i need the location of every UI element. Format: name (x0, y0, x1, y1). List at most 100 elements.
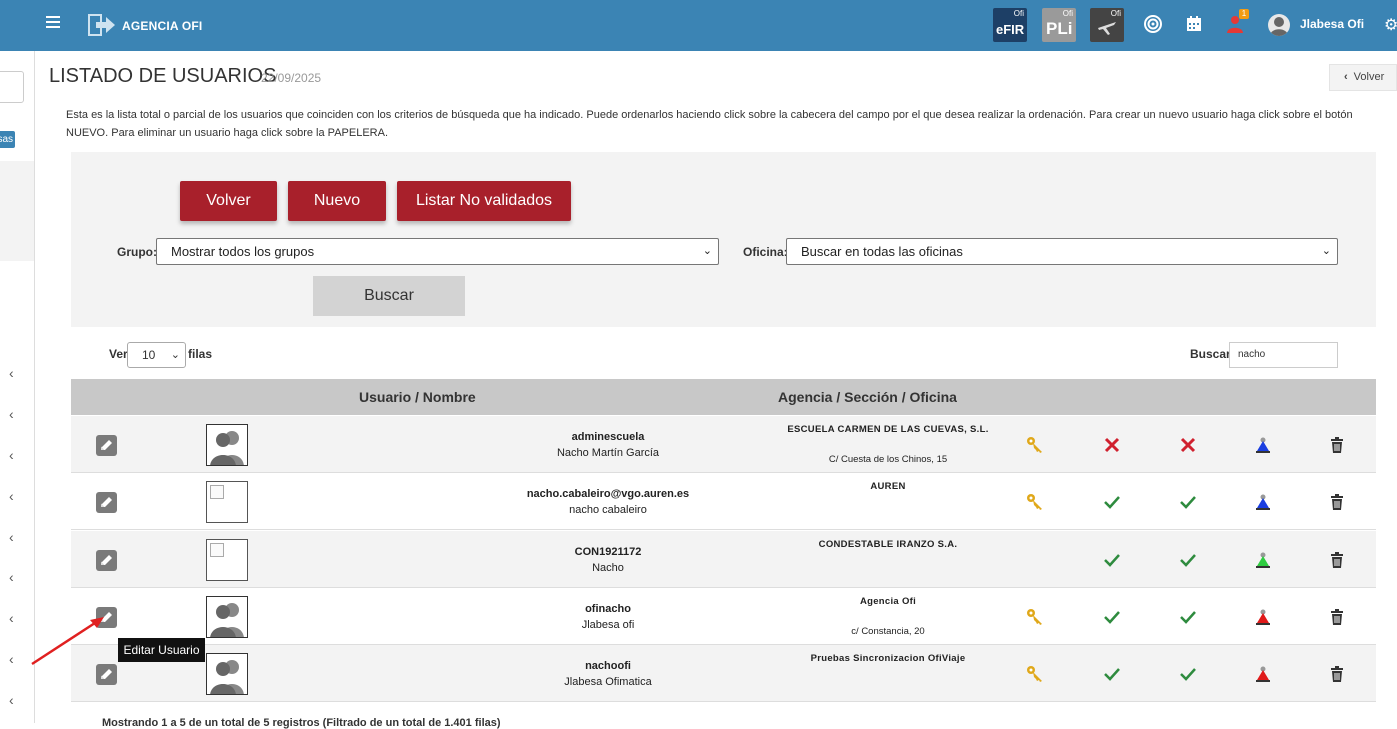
grupo-label: Grupo: (117, 245, 157, 259)
page-date: 22/09/2025 (261, 71, 322, 85)
back-button-label: Volver (1353, 71, 1385, 83)
check-icon[interactable] (1103, 665, 1121, 683)
red-arrow-annotation (31, 617, 104, 666)
nuevo-button[interactable]: Nuevo (288, 181, 386, 221)
user-role-icon[interactable] (1254, 551, 1272, 569)
table-row: nachoofi Jlabesa Ofimatica Pruebas Sincron… (71, 645, 1376, 703)
check-icon[interactable] (1179, 665, 1197, 683)
oficina-select-value: Buscar en todas las oficinas (801, 244, 963, 259)
oficina-select[interactable]: Buscar en todas las oficinas ⌄ (786, 238, 1338, 265)
volver-button[interactable]: Volver (180, 181, 277, 221)
user-photo (206, 538, 248, 581)
table-row: adminescuela Nacho Martín García ESCUELA C… (71, 416, 1376, 473)
notification-badge: 1 (1239, 9, 1249, 19)
tile-label: PLi (1046, 19, 1073, 38)
chevron-left-icon[interactable]: ‹ (9, 610, 14, 626)
brand-name[interactable]: AGENCIA OFI (122, 19, 202, 33)
table-row: nacho.cabaleiro@vgo.auren.es nacho cabale… (71, 473, 1376, 531)
intro-text: Esta es la lista total o parcial de los … (66, 109, 1353, 139)
edit-user-tooltip: Editar Usuario (118, 638, 205, 662)
trash-icon[interactable] (1328, 608, 1346, 626)
chevron-left-icon[interactable]: ‹ (9, 569, 14, 585)
exit-icon[interactable] (88, 13, 116, 37)
user-photo (206, 653, 248, 696)
listar-no-validados-button[interactable]: Listar No validados (397, 181, 571, 221)
user-address: c/ Constancia, 20 (851, 625, 925, 637)
check-icon[interactable] (1179, 493, 1197, 511)
page-size-value: 10 (142, 348, 156, 362)
table-row: ofinacho Jlabesa ofi Agencia Ofi c/ Constan… (71, 587, 1376, 645)
user-fullname: nacho cabaleiro (569, 504, 647, 517)
chevron-down-icon: ⌄ (170, 349, 180, 361)
check-icon[interactable] (1103, 551, 1121, 569)
chevron-left-icon[interactable]: ‹ (9, 406, 14, 422)
menu-icon[interactable] (46, 16, 60, 28)
user-agency: CONDESTABLE IRANZO S.A. (818, 538, 958, 550)
key-icon[interactable] (1026, 608, 1044, 626)
edit-user-button[interactable] (96, 549, 117, 571)
check-icon[interactable] (1179, 551, 1197, 569)
check-icon[interactable] (1103, 493, 1121, 511)
sidebar-panel (0, 161, 34, 261)
page-size-select[interactable]: 10 ⌄ (127, 342, 186, 368)
table-search-input[interactable]: nacho (1229, 342, 1338, 368)
user-role-icon[interactable] (1254, 608, 1272, 626)
user-photo (206, 595, 248, 638)
user-address: C/ Cuesta de los Chinos, 15 (828, 454, 948, 465)
trash-icon[interactable] (1328, 436, 1346, 454)
chevron-left-icon[interactable]: ‹ (9, 447, 14, 463)
cross-icon[interactable] (1103, 436, 1121, 454)
oficina-label: Oficina: (743, 245, 788, 259)
back-button[interactable]: ‹ Volver (1329, 64, 1397, 91)
efir-app-tile[interactable]: Ofi eFIR (993, 8, 1027, 42)
travel-app-tile[interactable]: Ofi (1090, 8, 1124, 42)
calendar-icon[interactable] (1184, 14, 1204, 34)
chevron-left-icon[interactable]: ‹ (9, 651, 14, 667)
tile-sup: Ofi (1062, 9, 1073, 18)
chevron-left-icon[interactable]: ‹ (9, 488, 14, 504)
check-icon[interactable] (1179, 608, 1197, 626)
user-role-icon[interactable] (1254, 493, 1272, 511)
key-icon[interactable] (1026, 493, 1044, 511)
ver-label: Ver (109, 347, 128, 361)
sidebar-button[interactable]: sas (0, 131, 15, 148)
user-role-icon[interactable] (1254, 665, 1272, 683)
cross-icon[interactable] (1179, 436, 1197, 454)
top-bar: AGENCIA OFI Ofi eFIR Ofi PLi Ofi 1 Jlabe… (0, 0, 1397, 51)
buscar-button[interactable]: Buscar (313, 276, 465, 316)
airplane-icon (1098, 22, 1116, 35)
user-agency: AUREN (870, 481, 906, 493)
pli-app-tile[interactable]: Ofi PLi (1042, 8, 1076, 42)
user-fullname: Jlabesa Ofimatica (564, 676, 652, 689)
column-header-usuario[interactable]: Usuario / Nombre (359, 389, 476, 405)
trash-icon[interactable] (1328, 551, 1346, 569)
user-avatar[interactable] (1268, 14, 1290, 36)
chevron-left-icon[interactable]: ‹ (9, 529, 14, 545)
broken-image-icon (210, 542, 224, 557)
table-header: Usuario / Nombre Agencia / Sección / Ofi… (71, 379, 1376, 415)
edit-user-button[interactable] (96, 435, 117, 456)
chevron-down-icon: ⌄ (702, 245, 712, 257)
chevron-left-icon[interactable]: ‹ (9, 365, 14, 381)
chevron-down-icon: ⌄ (1321, 245, 1331, 257)
trash-icon[interactable] (1328, 665, 1346, 683)
grupo-select-value: Mostrar todos los grupos (171, 244, 315, 259)
user-agency: Agencia Ofi (859, 595, 917, 607)
user-fullname: Nacho (592, 561, 624, 574)
sidebar-search-input[interactable] (0, 71, 24, 103)
key-icon[interactable] (1026, 436, 1044, 454)
tile-label: eFIR (996, 22, 1025, 37)
edit-user-button[interactable] (96, 492, 117, 514)
user-role-icon[interactable] (1254, 436, 1272, 454)
key-icon[interactable] (1026, 665, 1044, 683)
user-agency: Pruebas Sincronizacion OfiViaje (810, 653, 966, 665)
check-icon[interactable] (1103, 608, 1121, 626)
column-header-agencia[interactable]: Agencia / Sección / Oficina (778, 389, 957, 405)
gear-icon[interactable]: ⚙ (1384, 15, 1397, 35)
chevron-left-icon[interactable]: ‹ (9, 692, 14, 708)
grupo-select[interactable]: Mostrar todos los grupos ⌄ (156, 238, 719, 265)
username[interactable]: Jlabesa Ofi (1300, 17, 1364, 31)
table-search-label: Buscar: (1190, 347, 1235, 361)
trash-icon[interactable] (1328, 493, 1346, 511)
target-icon[interactable] (1143, 14, 1163, 34)
